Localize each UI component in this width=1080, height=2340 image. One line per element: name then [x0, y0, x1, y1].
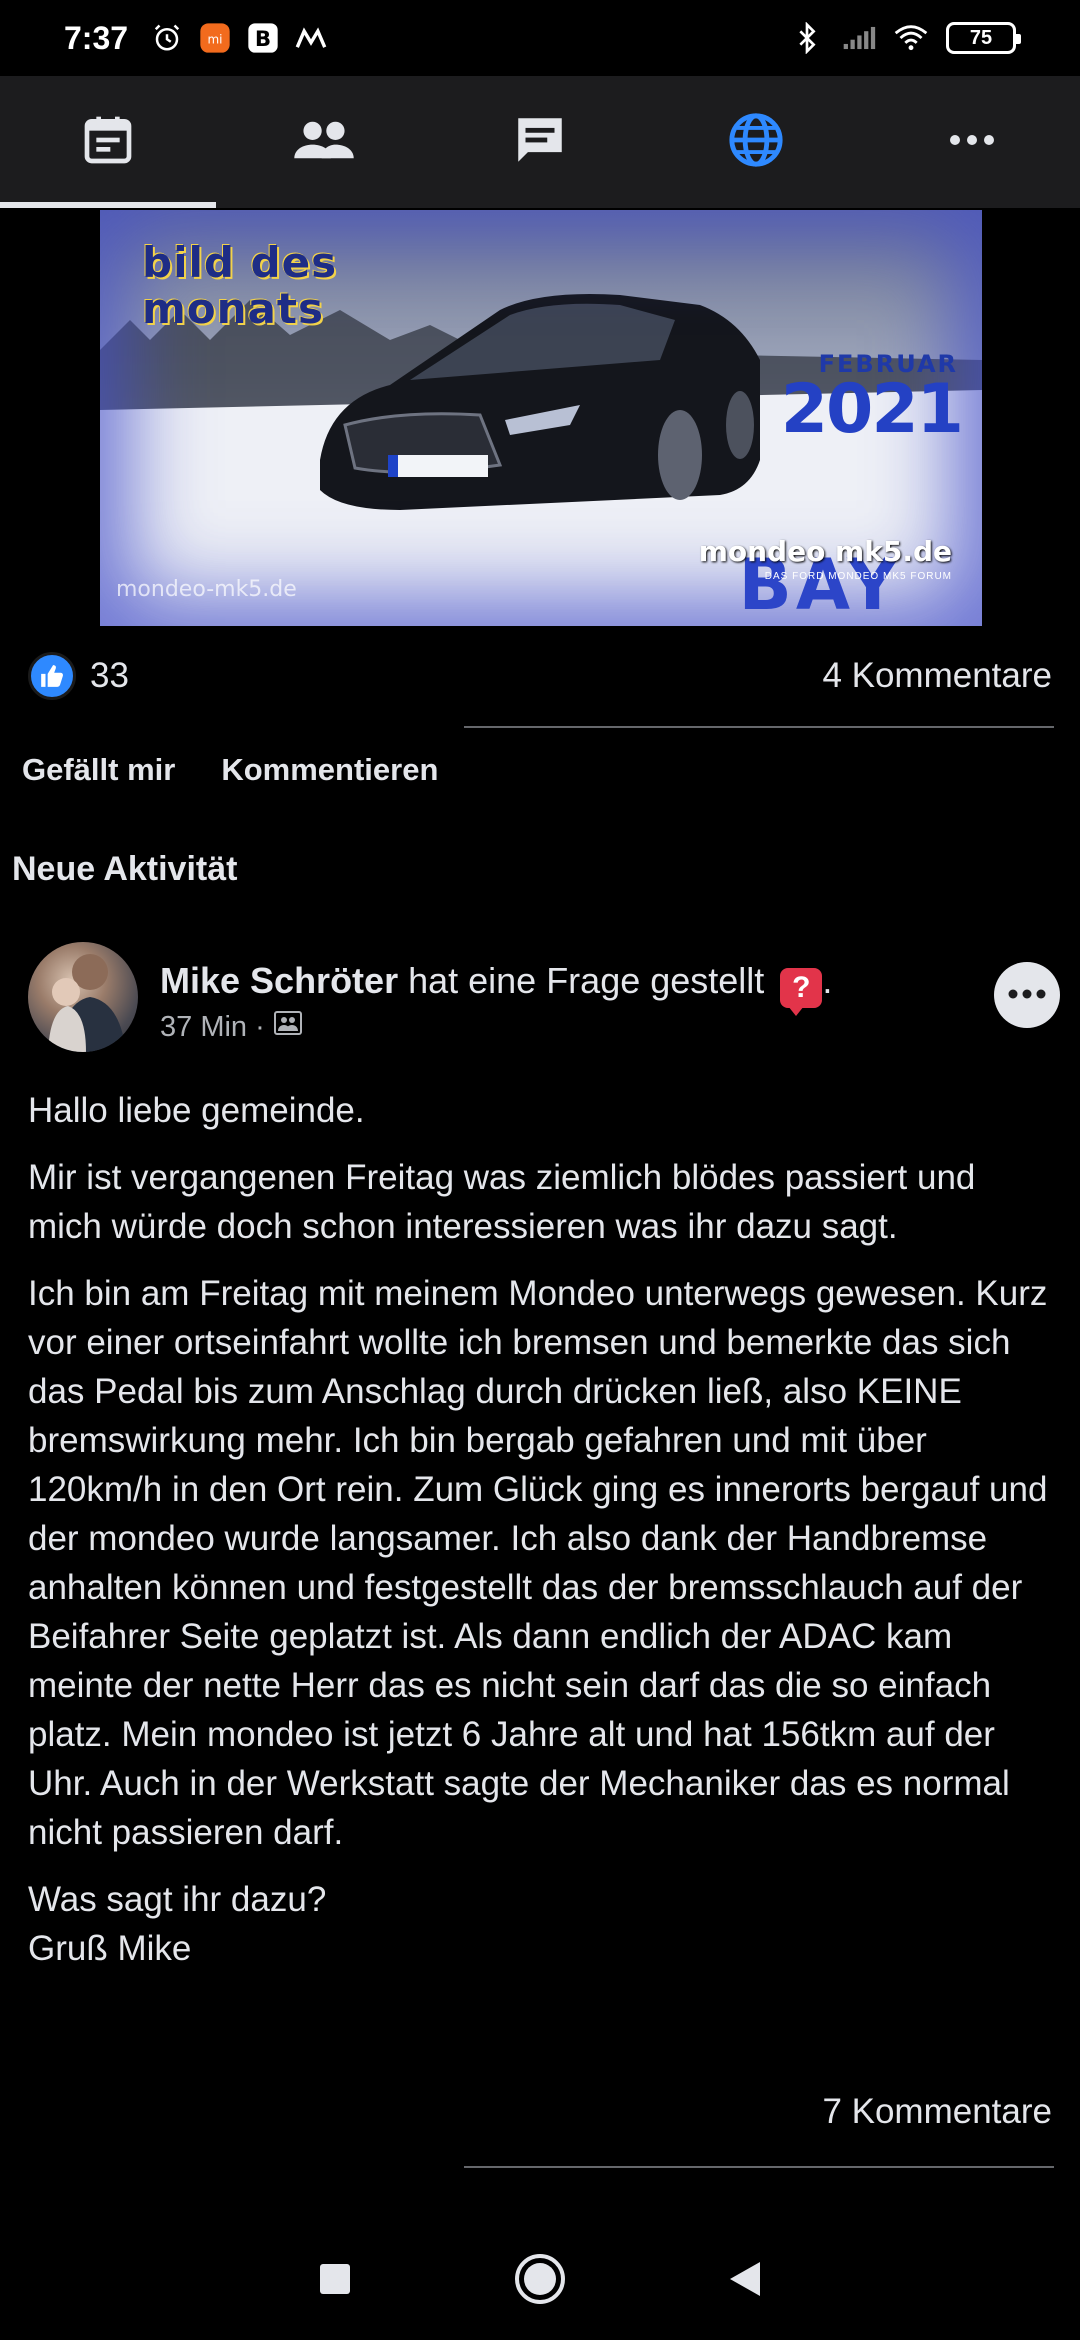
divider	[464, 726, 1054, 728]
post-paragraph: Mir ist vergangenen Freitag was ziemlich…	[28, 1158, 976, 1246]
tab-events[interactable]	[0, 76, 216, 208]
notification-icons: mi B	[150, 21, 328, 55]
question-icon: ?	[780, 968, 823, 1016]
post-actions: Gefällt mir Kommentieren	[22, 752, 438, 788]
section-heading: Neue Aktivität	[12, 850, 238, 888]
post-action-suffix: .	[822, 960, 833, 1001]
tab-more[interactable]	[864, 76, 1080, 208]
post-time[interactable]: 37 Min ·	[160, 1011, 265, 1044]
post-paragraph: Hallo liebe gemeinde.	[28, 1091, 365, 1130]
calendar-icon	[80, 112, 136, 173]
post-image[interactable]: bild des monats FEBRUAR 2021 BAY mondeo …	[100, 210, 982, 626]
divider	[464, 2166, 1054, 2168]
status-bar: 7:37 mi B 75	[0, 0, 1080, 76]
banner-site: mondeo mk5.de	[698, 535, 952, 568]
comment-button[interactable]: Kommentieren	[221, 752, 438, 788]
banner-title: bild des monats	[142, 238, 338, 333]
group-tab-bar	[0, 76, 1080, 208]
recents-button[interactable]	[317, 2261, 353, 2302]
svg-text:B: B	[255, 27, 271, 52]
tab-chats[interactable]	[432, 76, 648, 208]
wifi-icon	[894, 21, 928, 55]
battery-level: 75	[969, 26, 993, 49]
more-icon	[1007, 986, 1047, 1004]
globe-icon	[727, 111, 785, 174]
m-app-icon	[294, 21, 328, 55]
post-comments-count-link[interactable]: 7 Kommentare	[822, 2092, 1052, 2132]
messages-icon	[511, 111, 569, 174]
battery-icon: 75	[946, 22, 1021, 54]
author-line: Mike Schröter hat eine Frage gestellt ?.	[160, 960, 833, 1016]
mi-app-icon: mi	[198, 21, 232, 55]
banner-site-subtitle: DAS FORD MONDEO MK5 FORUM	[764, 571, 952, 582]
like-button[interactable]: Gefällt mir	[22, 752, 175, 788]
status-time: 7:37	[64, 19, 129, 56]
post-action-text: hat eine Frage gestellt	[398, 960, 775, 1001]
banner-watermark: mondeo-mk5.de	[116, 577, 297, 602]
post-body: Hallo liebe gemeinde. Mir ist vergangene…	[28, 1086, 1058, 1973]
banner-year: 2021	[780, 370, 964, 449]
post-paragraph: Ich bin am Freitag mit meinem Mondeo unt…	[28, 1274, 1048, 1852]
comments-count-link[interactable]: 4 Kommentare	[822, 656, 1052, 696]
system-navigation-bar	[0, 2222, 1080, 2340]
tab-members[interactable]	[216, 76, 432, 208]
post-question-line: Was sagt ihr dazu?	[28, 1880, 327, 1919]
tab-discover[interactable]	[648, 76, 864, 208]
b-app-icon: B	[246, 21, 280, 55]
alarm-icon	[150, 21, 184, 55]
avatar[interactable]	[28, 942, 138, 1052]
members-icon	[292, 112, 356, 173]
post-meta: 37 Min ·	[160, 1010, 303, 1044]
post-paragraph-closing: Was sagt ihr dazu? Gruß Mike	[28, 1875, 1058, 1973]
post-header: Mike Schröter hat eine Frage gestellt ?.…	[28, 942, 1060, 1062]
group-members-icon	[273, 1010, 303, 1044]
like-reaction-icon[interactable]	[28, 652, 76, 700]
svg-text:mi: mi	[208, 32, 223, 46]
post-options-button[interactable]	[994, 962, 1060, 1028]
post-signature: Gruß Mike	[28, 1929, 192, 1968]
like-count[interactable]: 33	[90, 656, 129, 696]
reaction-summary: 33 4 Kommentare	[28, 646, 1052, 706]
system-icons: 75	[790, 21, 1021, 55]
back-button[interactable]	[727, 2259, 763, 2304]
home-button[interactable]	[513, 2252, 567, 2311]
signal-icon	[842, 21, 876, 55]
more-icon	[947, 133, 997, 152]
bluetooth-icon	[790, 21, 824, 55]
author-name[interactable]: Mike Schröter	[160, 960, 398, 1001]
